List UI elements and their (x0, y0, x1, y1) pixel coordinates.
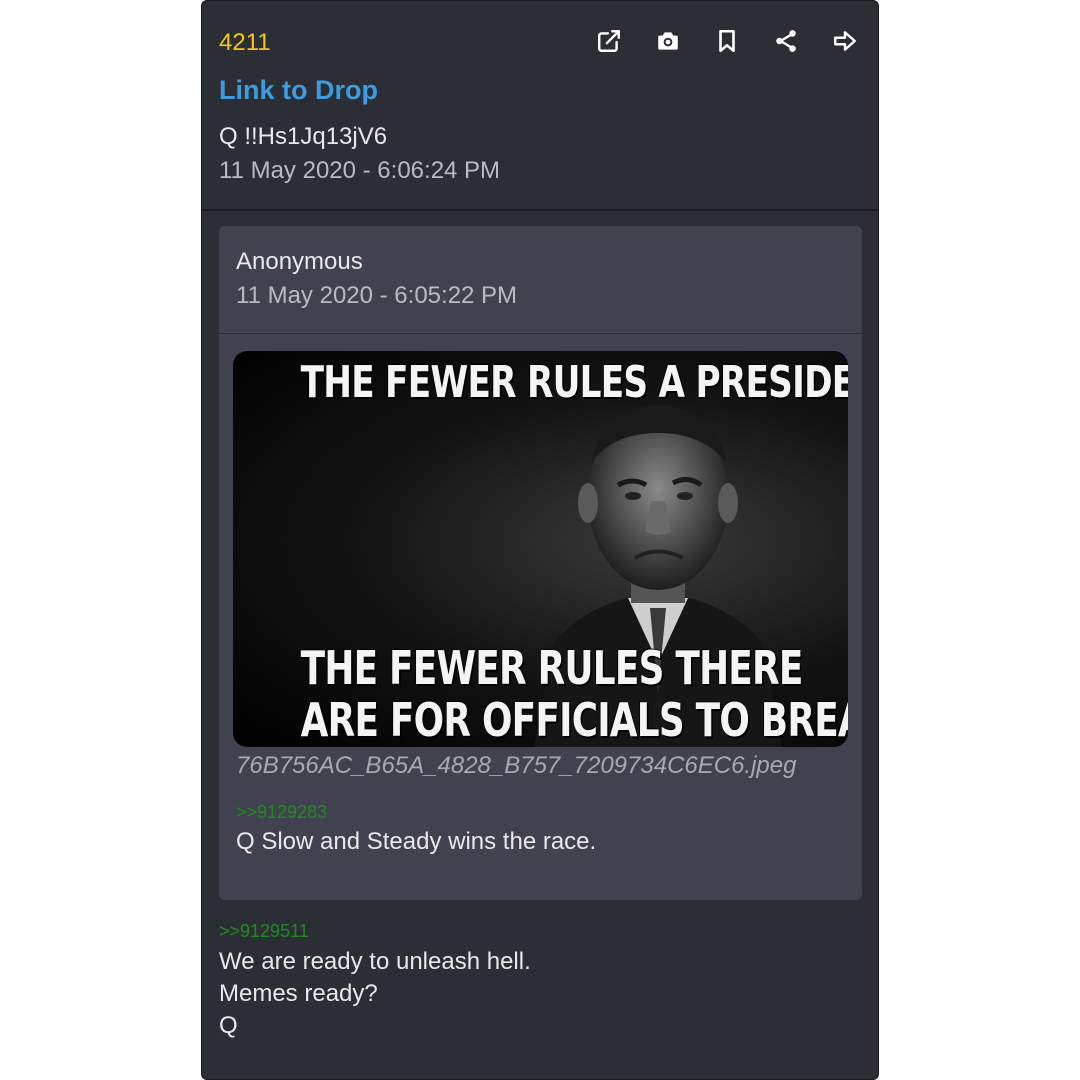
drop-toolbar (594, 25, 860, 57)
forward-arrow-icon[interactable] (830, 25, 860, 57)
drop-card: 4211 Link to Drop Q !!Hs1Jq13jV6 11 May … (201, 0, 879, 1080)
post-message-line: Q (219, 1012, 238, 1039)
quoted-post-reference-link[interactable]: >>9129283 (236, 802, 327, 823)
image-filename[interactable]: 76B756AC_B65A_4828_B757_7209734C6EC6.jpe… (236, 752, 796, 780)
post-timestamp: 11 May 2020 - 6:06:24 PM (219, 157, 501, 184)
quoted-post-timestamp: 11 May 2020 - 6:05:22 PM (236, 282, 518, 309)
open-external-icon[interactable] (594, 25, 624, 57)
meme-image[interactable]: THE FEWER RULES A PRESIDENT HAS, THE FEW… (233, 351, 848, 747)
drop-number[interactable]: 4211 (219, 29, 271, 57)
meme-top-text: THE FEWER RULES A PRESIDENT HAS, (300, 357, 848, 408)
drop-header: 4211 Link to Drop Q !!Hs1Jq13jV6 11 May … (202, 1, 878, 210)
quoted-post-author: Anonymous (236, 248, 363, 275)
post-reference-link[interactable]: >>9129511 (219, 921, 309, 942)
link-to-drop[interactable]: Link to Drop (219, 75, 378, 106)
camera-icon[interactable] (653, 25, 683, 57)
post-author: Q !!Hs1Jq13jV6 (219, 123, 388, 150)
bookmark-icon[interactable] (712, 25, 742, 57)
share-icon[interactable] (771, 25, 801, 57)
quoted-post-divider (219, 333, 862, 334)
meme-bottom-text-2: ARE FOR OFFICIALS TO BREAK. (300, 693, 848, 747)
quoted-post: Anonymous 11 May 2020 - 6:05:22 PM THE F… (219, 226, 862, 900)
meme-bottom-text-1: THE FEWER RULES THERE (300, 641, 804, 695)
post-message-line: We are ready to unleash hell. (219, 948, 531, 975)
header-divider (202, 209, 878, 211)
post-message-line: Memes ready? (219, 980, 378, 1007)
quoted-post-message: Q Slow and Steady wins the race. (236, 828, 597, 855)
